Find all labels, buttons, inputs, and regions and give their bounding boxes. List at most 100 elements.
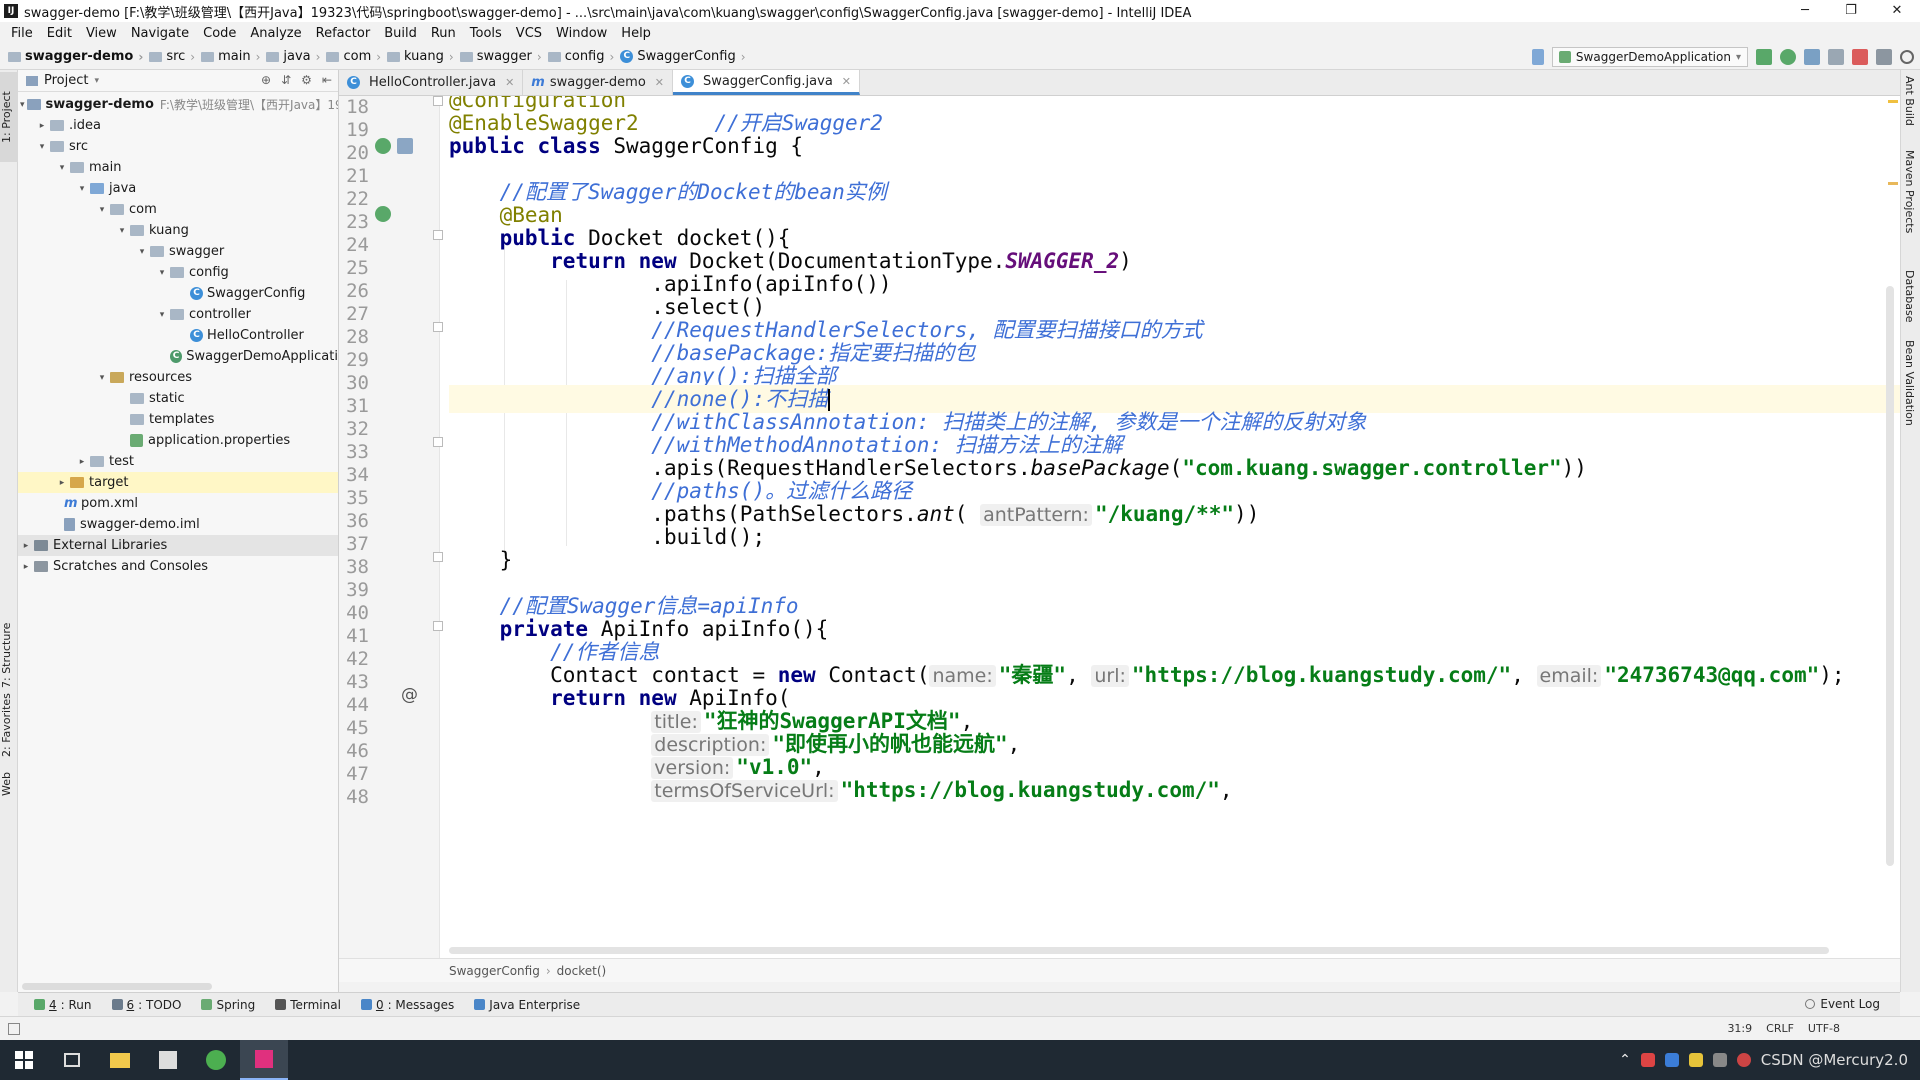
tree-item-kuang[interactable]: ▾ kuang	[18, 220, 338, 241]
tree-item-swagger-demo[interactable]: ▾ swagger-demo F:\教学\班级管理\【西开Java】19	[18, 94, 338, 115]
caret-position[interactable]: 31:9	[1727, 1022, 1752, 1035]
breadcrumb-swaggerconfig[interactable]: C SwaggerConfig ›	[620, 49, 751, 64]
structure-tool-tab[interactable]: 7: Structure	[0, 610, 18, 700]
close-icon[interactable]: ✕	[655, 76, 664, 89]
tray-app-icon[interactable]	[1736, 1053, 1751, 1067]
stop-icon[interactable]	[1852, 49, 1868, 65]
breadcrumb-swagger[interactable]: swagger ›	[459, 49, 548, 64]
terminal-tool-button[interactable]: Terminal	[269, 998, 347, 1012]
fold-marker[interactable]	[433, 96, 443, 106]
tree-item-swaggerdemoapplication[interactable]: C SwaggerDemoApplicati	[18, 346, 338, 367]
database-tool-tab[interactable]: Database	[1903, 270, 1916, 323]
menu-build[interactable]: Build	[377, 26, 424, 41]
breadcrumb-project[interactable]: swagger-demo ›	[8, 49, 149, 64]
horizontal-scrollbar[interactable]	[22, 983, 212, 990]
ant-build-tool-tab[interactable]: Ant Build	[1903, 76, 1916, 126]
maximize-button[interactable]: ❐	[1828, 0, 1874, 22]
gear-icon[interactable]: ⚙	[301, 73, 312, 87]
project-tool-tab[interactable]: 1: Project	[0, 72, 18, 162]
maven-projects-tool-tab[interactable]: Maven Projects	[1903, 150, 1916, 233]
menu-code[interactable]: Code	[196, 26, 243, 41]
tab-swagger-demo-pom[interactable]: m swagger-demo ✕	[523, 70, 674, 95]
minimize-button[interactable]: ─	[1782, 0, 1828, 22]
tree-item-hellocontroller[interactable]: C HelloController	[18, 325, 338, 346]
tree-item-test[interactable]: ▸ test	[18, 451, 338, 472]
tray-app-icon[interactable]	[1664, 1053, 1679, 1067]
breadcrumb-src[interactable]: src ›	[149, 49, 201, 64]
menu-run[interactable]: Run	[424, 26, 463, 41]
tree-item-scratches[interactable]: ▸ Scratches and Consoles	[18, 556, 338, 577]
tree-item-iml[interactable]: swagger-demo.iml	[18, 514, 338, 535]
tray-app-icon[interactable]	[1688, 1053, 1703, 1067]
collapse-icon[interactable]: ⇵	[281, 73, 291, 87]
implemented-icon[interactable]	[397, 138, 413, 154]
warning-marker[interactable]	[1888, 182, 1898, 185]
run-config-select[interactable]: SwaggerDemoApplication ▾	[1551, 47, 1748, 67]
chevron-down-icon[interactable]: ▾	[94, 76, 99, 86]
chevron-up-icon[interactable]: ⌃	[1619, 1052, 1631, 1068]
profile-icon[interactable]	[1828, 49, 1844, 65]
tree-item-application-properties[interactable]: application.properties	[18, 430, 338, 451]
web-tool-tab[interactable]: Web	[0, 766, 18, 802]
tab-hellocontroller[interactable]: C HelloController.java ✕	[339, 70, 524, 95]
breadcrumb-method[interactable]: docket()	[557, 964, 607, 978]
event-log-button[interactable]: Event Log	[1805, 997, 1880, 1011]
menu-file[interactable]: File	[4, 26, 40, 41]
code-area[interactable]: @Configuration @EnableSwagger2 //开启Swagg…	[449, 96, 1900, 958]
coverage-icon[interactable]	[1804, 49, 1820, 65]
target-icon[interactable]: ⊕	[261, 73, 271, 87]
breadcrumb-class[interactable]: SwaggerConfig	[449, 964, 540, 978]
breadcrumb-java[interactable]: java ›	[266, 49, 326, 64]
breadcrumb-com[interactable]: com ›	[326, 49, 387, 64]
task-view-button[interactable]	[48, 1040, 96, 1080]
menu-refactor[interactable]: Refactor	[309, 26, 378, 41]
tree-item-idea[interactable]: ▸ .idea	[18, 115, 338, 136]
tree-item-swaggerconfig[interactable]: C SwaggerConfig	[18, 283, 338, 304]
tree-item-com[interactable]: ▾ com	[18, 199, 338, 220]
intellij-taskbar[interactable]	[240, 1040, 288, 1080]
warning-marker[interactable]	[1888, 100, 1898, 103]
spring-bean-icon[interactable]	[375, 138, 391, 154]
fold-marker[interactable]	[433, 621, 443, 631]
horizontal-scrollbar[interactable]	[449, 947, 1829, 954]
tree-item-resources[interactable]: ▾ resources	[18, 367, 338, 388]
search-icon[interactable]	[1900, 50, 1914, 64]
tree-item-external-libraries[interactable]: ▸ External Libraries	[18, 535, 338, 556]
close-icon[interactable]: ✕	[505, 76, 514, 89]
todo-tool-button[interactable]: 6: TODO	[106, 998, 188, 1012]
fold-marker[interactable]	[433, 230, 443, 240]
debug-icon[interactable]	[1780, 49, 1796, 65]
menu-window[interactable]: Window	[549, 26, 614, 41]
tray-app-icon[interactable]	[1640, 1053, 1655, 1067]
favorites-tool-tab[interactable]: 2: Favorites	[0, 690, 18, 760]
close-icon[interactable]: ✕	[842, 75, 851, 88]
annotation-at-icon[interactable]: @	[401, 685, 418, 705]
menu-edit[interactable]: Edit	[40, 26, 79, 41]
line-separator[interactable]: CRLF	[1766, 1022, 1794, 1035]
breadcrumb-kuang[interactable]: kuang ›	[387, 49, 460, 64]
close-button[interactable]: ✕	[1874, 0, 1920, 22]
tree-item-static[interactable]: static	[18, 388, 338, 409]
menu-help[interactable]: Help	[614, 26, 658, 41]
tab-swaggerconfig[interactable]: C SwaggerConfig.java ✕	[673, 70, 861, 95]
tree-item-templates[interactable]: templates	[18, 409, 338, 430]
menu-analyze[interactable]: Analyze	[243, 26, 308, 41]
toggle-tool-windows-icon[interactable]	[8, 1022, 20, 1035]
rerun-icon[interactable]	[1756, 49, 1772, 65]
tree-item-swagger[interactable]: ▾ swagger	[18, 241, 338, 262]
network-icon[interactable]	[1712, 1053, 1727, 1067]
tree-item-src[interactable]: ▾ src	[18, 136, 338, 157]
vertical-scrollbar[interactable]	[1886, 286, 1894, 866]
tree-item-main[interactable]: ▾ main	[18, 157, 338, 178]
java-enterprise-tool-button[interactable]: Java Enterprise	[468, 998, 586, 1012]
fold-marker[interactable]	[433, 437, 443, 447]
run-tool-button[interactable]: 4: Run	[28, 998, 98, 1012]
start-button[interactable]	[0, 1040, 48, 1080]
tree-item-pom-xml[interactable]: m pom.xml	[18, 493, 338, 514]
tree-item-controller[interactable]: ▾ controller	[18, 304, 338, 325]
breadcrumb-main[interactable]: main ›	[201, 49, 266, 64]
bean-validation-tool-tab[interactable]: Bean Validation	[1903, 340, 1916, 426]
build-arrow-icon[interactable]	[1531, 49, 1544, 65]
file-encoding[interactable]: UTF-8	[1808, 1022, 1840, 1035]
fold-marker[interactable]	[433, 552, 443, 562]
